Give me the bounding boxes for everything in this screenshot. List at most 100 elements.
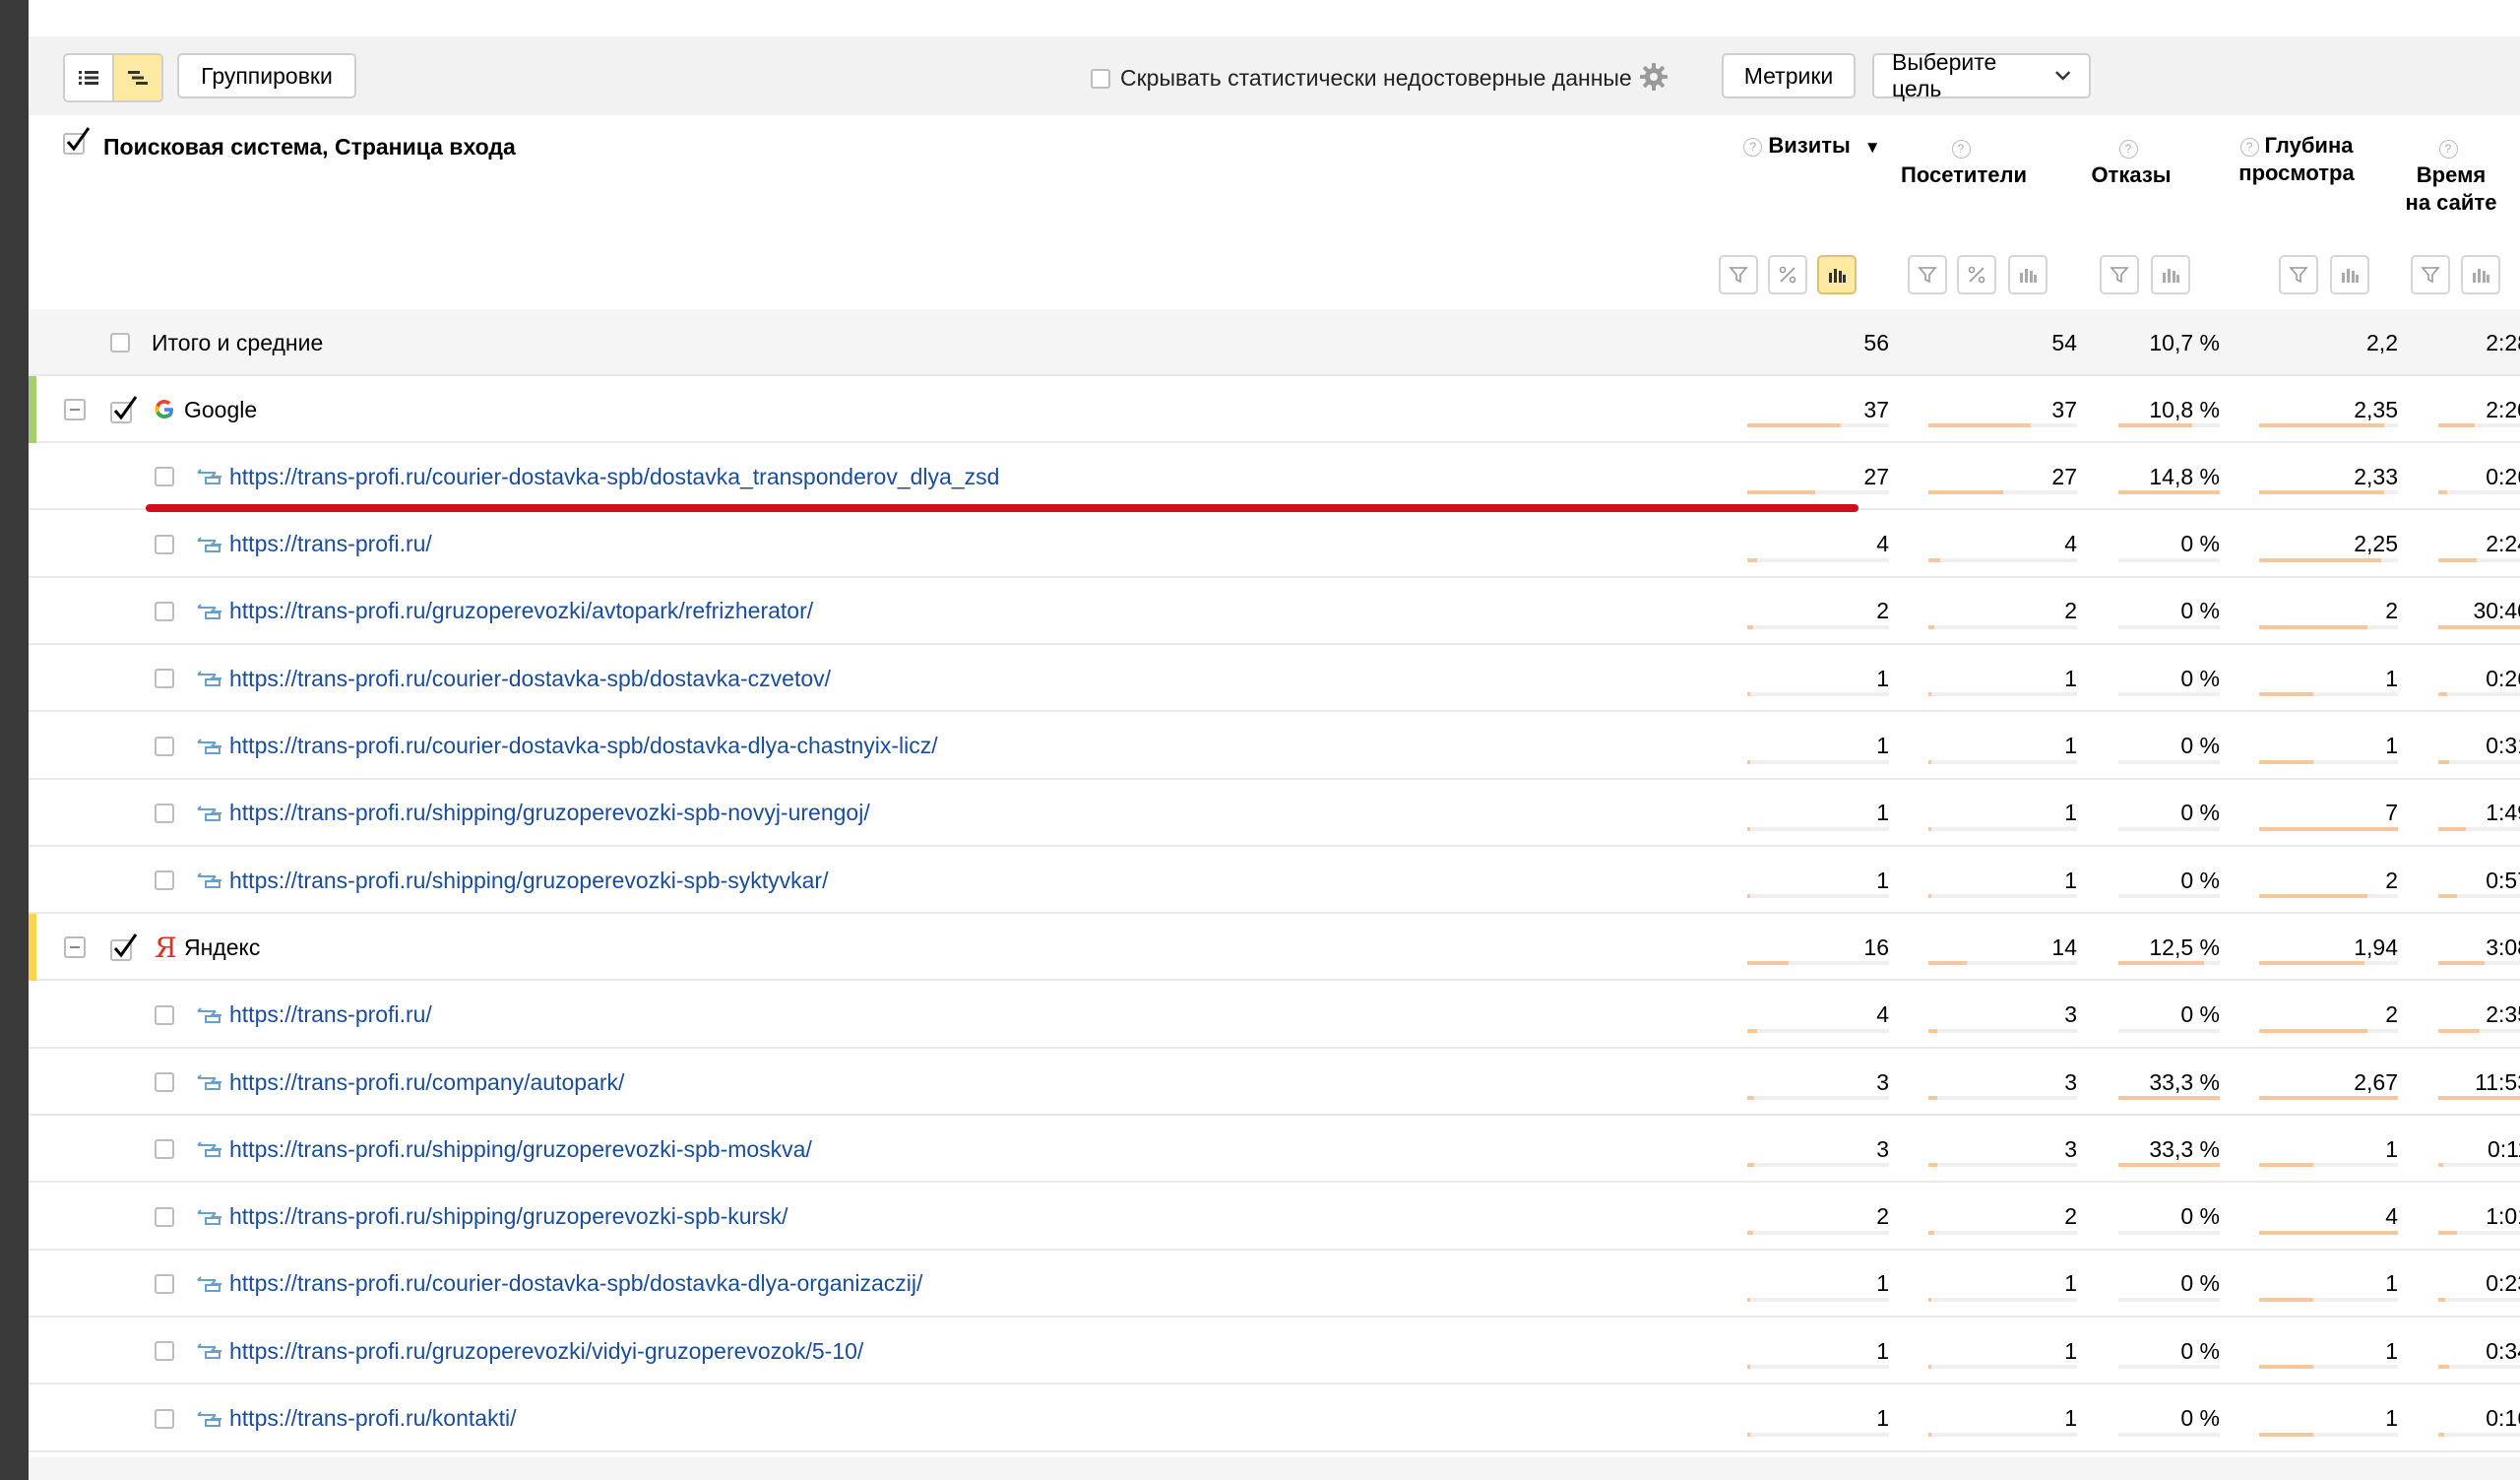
collapse-toggle[interactable] xyxy=(64,936,86,959)
metrics-button[interactable]: Метрики xyxy=(1722,53,1856,98)
group-row[interactable]: Google373710,8 %2,352:20 xyxy=(29,376,2520,443)
column-header-visits[interactable]: ? Визиты ▼ xyxy=(1729,132,1896,161)
time-filter-button[interactable] xyxy=(2411,255,2450,294)
cell-time: 0:11 xyxy=(2487,1135,2520,1162)
bounce-chart-button[interactable] xyxy=(2151,255,2190,294)
table-row[interactable]: https://trans-profi.ru/courier-dostavka-… xyxy=(29,712,2520,780)
landing-page-link[interactable]: https://trans-profi.ru/courier-dostavka-… xyxy=(229,733,938,759)
visits-chart-button[interactable] xyxy=(1817,255,1857,294)
landing-page-link[interactable]: https://trans-profi.ru/courier-dostavka-… xyxy=(229,666,831,692)
landing-page-link[interactable]: https://trans-profi.ru/shipping/gruzoper… xyxy=(229,1203,788,1230)
landing-page-link[interactable]: https://trans-profi.ru/shipping/gruzoper… xyxy=(229,800,870,826)
visitors-chart-button[interactable] xyxy=(2008,255,2048,294)
row-checkbox[interactable] xyxy=(155,1273,174,1294)
landing-page-link[interactable]: https://trans-profi.ru/company/autopark/ xyxy=(229,1069,624,1096)
landing-page-link[interactable]: https://trans-profi.ru/gruzoperevozki/av… xyxy=(229,598,813,624)
group-color-marker xyxy=(29,914,36,982)
time-chart-button[interactable] xyxy=(2461,255,2500,294)
column-header-visitors[interactable]: ? Посетители xyxy=(1885,134,2043,189)
cell-bounce: 0 % xyxy=(2180,531,2220,557)
visitors-percent-button[interactable] xyxy=(1957,255,1996,294)
landing-page-link[interactable]: https://trans-profi.ru/courier-dostavka-… xyxy=(229,464,999,490)
hide-unreliable-data-toggle[interactable]: Скрывать статистически недостоверные дан… xyxy=(1091,65,1632,92)
table-row[interactable]: https://trans-profi.ru/440 %2,252:24 xyxy=(29,510,2520,578)
table-row[interactable]: https://trans-profi.ru/shipping/gruzoper… xyxy=(29,1116,2520,1184)
list-view-button[interactable] xyxy=(65,55,112,100)
cell-visits-bar xyxy=(1747,1297,1889,1302)
landing-page-link[interactable]: https://trans-profi.ru/courier-dostavka-… xyxy=(229,1270,922,1297)
goal-select[interactable]: Выберите цель xyxy=(1872,49,2091,101)
table-row[interactable]: https://trans-profi.ru/courier-dostavka-… xyxy=(29,443,2520,511)
cell-time: 1:01 xyxy=(2486,1203,2520,1230)
row-checkbox[interactable] xyxy=(110,333,130,353)
help-icon[interactable]: ? xyxy=(2438,139,2458,159)
tree-view-button[interactable] xyxy=(112,55,161,100)
visits-filter-button[interactable] xyxy=(1719,255,1758,294)
table-row[interactable]: https://trans-profi.ru/shipping/gruzoper… xyxy=(29,847,2520,915)
table-row[interactable]: https://trans-profi.ru/company/autopark/… xyxy=(29,1049,2520,1116)
visits-percent-button[interactable] xyxy=(1768,255,1807,294)
help-icon[interactable]: ? xyxy=(2118,139,2138,159)
row-checkbox[interactable] xyxy=(155,1341,174,1362)
row-checkbox[interactable] xyxy=(155,669,174,689)
landing-page-link[interactable]: https://trans-profi.ru/shipping/gruzoper… xyxy=(229,1136,812,1163)
cell-visits-bar xyxy=(1747,1230,1889,1235)
column-header-bounce[interactable]: ? Отказы xyxy=(2072,134,2190,189)
cell-bounce: 33,3 % xyxy=(2149,1068,2220,1095)
bar-chart-icon xyxy=(2342,269,2359,283)
row-checkbox[interactable] xyxy=(155,1072,174,1092)
hide-unreliable-checkbox[interactable] xyxy=(1091,68,1110,89)
depth-filter-button[interactable] xyxy=(2279,255,2318,294)
row-checkbox[interactable] xyxy=(155,1139,174,1160)
table-row[interactable]: https://trans-profi.ru/courier-dostavka-… xyxy=(29,645,2520,713)
landing-page-link[interactable]: https://trans-profi.ru/shipping/gruzoper… xyxy=(229,868,828,894)
landing-page-link[interactable]: https://trans-profi.ru/ xyxy=(229,1001,432,1028)
table-row[interactable]: https://trans-profi.ru/shipping/gruzoper… xyxy=(29,1183,2520,1251)
row-checkbox[interactable] xyxy=(155,1206,174,1227)
bounce-filter-button[interactable] xyxy=(2100,255,2139,294)
landing-page-link[interactable]: https://trans-profi.ru/ xyxy=(229,531,432,557)
group-row[interactable]: ЯЯндекс161412,5 %1,943:08 xyxy=(29,914,2520,982)
page-link-icon xyxy=(197,1343,221,1360)
cell-bounce-bar xyxy=(2118,1163,2220,1168)
row-checkbox[interactable] xyxy=(155,736,174,756)
select-all-checkbox[interactable] xyxy=(62,126,92,156)
cell-visits: 2 xyxy=(1876,598,1889,624)
cell-bounce: 10,8 % xyxy=(2149,396,2220,422)
cell-time: 2:28 xyxy=(2486,329,2520,355)
row-checkbox[interactable] xyxy=(155,601,174,621)
gear-icon[interactable] xyxy=(1638,61,1670,93)
cell-visits-bar xyxy=(1747,1028,1889,1033)
row-checkbox[interactable] xyxy=(155,1408,174,1429)
table-row[interactable]: https://trans-profi.ru/gruzoperevozki/vi… xyxy=(29,1318,2520,1385)
column-header-depth[interactable]: ? Глубина просмотра xyxy=(2223,132,2370,187)
help-icon[interactable]: ? xyxy=(1743,137,1763,157)
row-checkbox-checked[interactable] xyxy=(109,395,139,424)
cell-time: 3:08 xyxy=(2486,933,2520,960)
column-header-time[interactable]: ? Время на сайте xyxy=(2402,134,2500,217)
row-checkbox[interactable] xyxy=(155,803,174,823)
help-icon[interactable]: ? xyxy=(1951,139,1971,159)
filter-icon xyxy=(2421,267,2440,284)
row-checkbox-checked[interactable] xyxy=(109,933,139,962)
chevron-down-icon xyxy=(2054,71,2070,81)
row-checkbox[interactable] xyxy=(155,467,174,487)
landing-page-link[interactable]: https://trans-profi.ru/kontakti/ xyxy=(229,1405,516,1432)
groupings-button[interactable]: Группировки xyxy=(177,53,356,98)
help-icon[interactable]: ? xyxy=(2239,137,2259,157)
table-row[interactable]: https://trans-profi.ru/gruzoperevozki/av… xyxy=(29,577,2520,645)
visitors-filter-button[interactable] xyxy=(1908,255,1947,294)
table-row[interactable]: https://trans-profi.ru/kontakti/1 1 0 % 1 0:… xyxy=(29,1384,2520,1452)
cell-bounce-bar xyxy=(2118,1230,2220,1235)
landing-page-link[interactable]: https://trans-profi.ru/gruzoperevozki/vi… xyxy=(229,1338,863,1365)
depth-chart-button[interactable] xyxy=(2330,255,2369,294)
collapse-toggle[interactable] xyxy=(64,399,86,420)
row-checkbox[interactable] xyxy=(155,870,174,891)
table-row[interactable]: https://trans-profi.ru/courier-dostavka-… xyxy=(29,1250,2520,1318)
table-row[interactable]: https://trans-profi.ru/430 %22:35 xyxy=(29,981,2520,1049)
cell-visits-bar xyxy=(1747,490,1889,495)
row-checkbox[interactable] xyxy=(155,534,174,554)
table-row[interactable]: https://trans-profi.ru/shipping/gruzoper… xyxy=(29,779,2520,847)
group-color-marker xyxy=(29,376,36,443)
row-checkbox[interactable] xyxy=(155,1004,174,1025)
